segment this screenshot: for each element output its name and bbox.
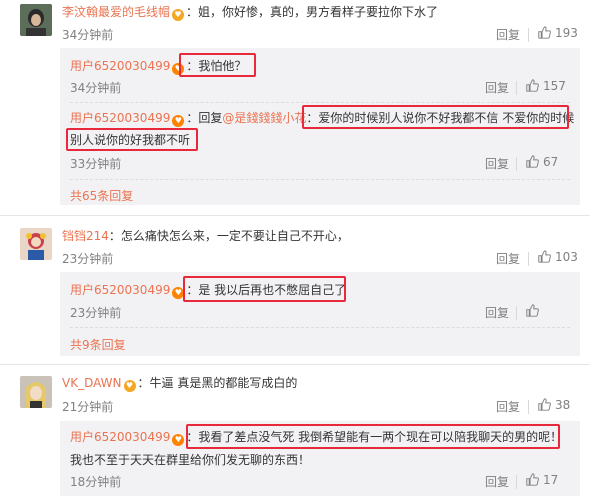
mention-link[interactable]: @是錢錢錢小花 xyxy=(222,111,306,125)
member-badge-icon: ♥ xyxy=(172,434,185,446)
comment-time: 23分钟前 xyxy=(62,252,114,266)
comment-time: 21分钟前 xyxy=(62,400,114,414)
like-count: 67 xyxy=(543,155,559,169)
reply-button[interactable]: 回复 xyxy=(496,26,520,43)
like-button[interactable]: 103 xyxy=(538,250,578,264)
reply-button[interactable]: 回复 xyxy=(496,398,520,415)
member-badge-icon: ♥ xyxy=(172,115,185,127)
thumbs-up-icon xyxy=(526,473,539,486)
highlight-box xyxy=(183,276,346,302)
thumbs-up-icon xyxy=(526,79,539,92)
reply-button[interactable]: 回复 xyxy=(485,304,509,321)
comment-text: ：怎么痛快怎么来，一定不要让自己不开心， xyxy=(108,229,349,243)
comment-username[interactable]: VK_DAWN xyxy=(62,376,122,390)
reply-prefix: ：回复 xyxy=(186,111,223,125)
like-button[interactable]: 193 xyxy=(538,26,578,40)
like-count: 157 xyxy=(543,79,566,93)
reply-time: 33分钟前 xyxy=(70,157,122,171)
reply-time: 23分钟前 xyxy=(70,306,122,320)
thumbs-up-icon xyxy=(526,155,539,168)
reply-time: 34分钟前 xyxy=(70,81,122,95)
reply-button[interactable]: 回复 xyxy=(485,155,509,172)
comment-username[interactable]: 李汶翰最爱的毛线帽 xyxy=(62,5,170,19)
reply-button[interactable]: 回复 xyxy=(485,473,509,490)
reply-username[interactable]: 用户6520030499 xyxy=(70,59,170,73)
like-button[interactable]: 17 xyxy=(526,473,558,487)
avatar-image xyxy=(20,376,52,408)
like-button[interactable] xyxy=(526,304,543,318)
reply-text-continued: 我也不至于天天在群里给你们发无聊的东西！ xyxy=(70,453,311,467)
thumbs-up-icon xyxy=(538,398,551,411)
highlight-box xyxy=(66,128,198,151)
highlight-box xyxy=(186,424,560,449)
avatar[interactable] xyxy=(20,228,52,260)
reply-button[interactable]: 回复 xyxy=(496,250,520,267)
reply-button[interactable]: 回复 xyxy=(485,79,509,96)
like-count: 193 xyxy=(555,26,578,40)
comment-text: ：牛逼 真是黑的都能写成白的 xyxy=(137,376,298,390)
member-badge-icon: ♥ xyxy=(123,380,136,392)
member-badge-icon: ♥ xyxy=(172,9,185,21)
thumbs-up-icon xyxy=(526,304,539,317)
avatar-image xyxy=(20,4,52,36)
reply-username[interactable]: 用户6520030499 xyxy=(70,430,170,444)
comment-username[interactable]: 铛铛214 xyxy=(62,229,109,243)
like-button[interactable]: 157 xyxy=(526,79,566,93)
thumbs-up-icon xyxy=(538,26,551,39)
like-button[interactable]: 67 xyxy=(526,155,558,169)
avatar[interactable] xyxy=(20,376,52,408)
avatar[interactable] xyxy=(20,4,52,36)
highlight-box xyxy=(302,105,569,129)
view-more-replies-link[interactable]: 共65条回复 xyxy=(70,187,133,204)
view-more-replies-link[interactable]: 共9条回复 xyxy=(70,336,126,353)
reply-username[interactable]: 用户6520030499 xyxy=(70,283,170,297)
reply-time: 18分钟前 xyxy=(70,475,122,489)
like-count: 38 xyxy=(555,398,571,412)
avatar-image xyxy=(20,228,52,260)
like-count: 17 xyxy=(543,473,559,487)
reply-username[interactable]: 用户6520030499 xyxy=(70,111,170,125)
highlight-box xyxy=(179,53,256,77)
comment-text: ：姐，你好惨，真的，男方看样子要拉你下水了 xyxy=(186,5,439,19)
thumbs-up-icon xyxy=(538,250,551,263)
like-button[interactable]: 38 xyxy=(538,398,570,412)
comment-time: 34分钟前 xyxy=(62,28,114,42)
like-count: 103 xyxy=(555,250,578,264)
